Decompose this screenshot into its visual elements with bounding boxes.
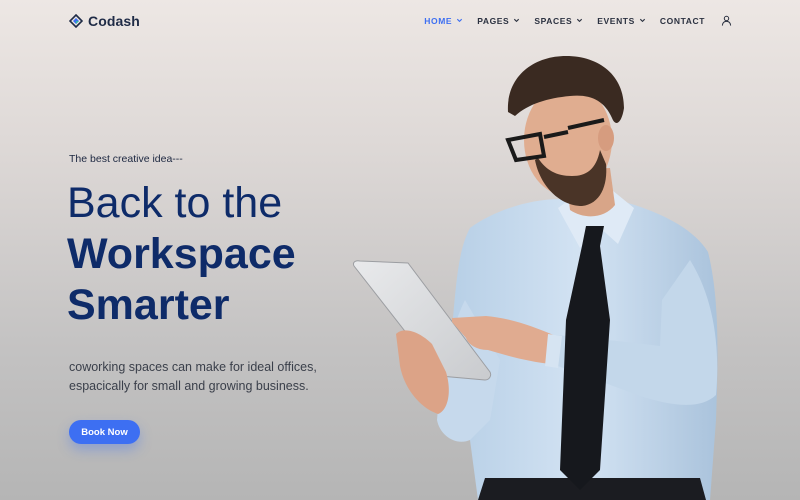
nav-item-events[interactable]: EVENTS [597,16,646,26]
hero-description: coworking spaces can make for ideal offi… [69,360,317,393]
brand-name: Codash [88,13,140,29]
nav-item-spaces[interactable]: SPACES [534,16,583,26]
chevron-down-icon [457,18,463,23]
chevron-down-icon [639,18,645,23]
nav-item-label: SPACES [534,15,573,26]
hero-title-line-3: Smarter [67,281,230,329]
nav-item-contact[interactable]: CONTACT [660,16,705,26]
hero-title-line-1: Back to the [67,179,283,227]
nav-item-label: EVENTS [597,15,635,26]
brand-logo-link[interactable]: Codash [69,13,140,29]
main-menu: HOME PAGES SPACES EVENTS CONTACT [424,15,732,26]
hero-eyebrow: The best creative idea--- [69,153,183,165]
nav-item-label: PAGES [477,15,510,26]
nav-item-label: HOME [424,15,453,26]
account-button[interactable] [719,15,732,26]
hero-title-line-2: Workspace [67,230,296,278]
nav-item-pages[interactable]: PAGES [477,16,520,26]
chevron-down-icon [514,18,520,23]
book-now-button[interactable]: Book Now [69,420,140,444]
nav-item-label: CONTACT [659,15,705,26]
diamond-logo-icon [69,14,83,28]
user-icon [721,15,732,26]
chevron-down-icon [577,18,583,23]
nav-item-home[interactable]: HOME [424,16,463,26]
top-navbar: Codash HOME PAGES SPACES EVENTS CONTACT [0,0,800,44]
